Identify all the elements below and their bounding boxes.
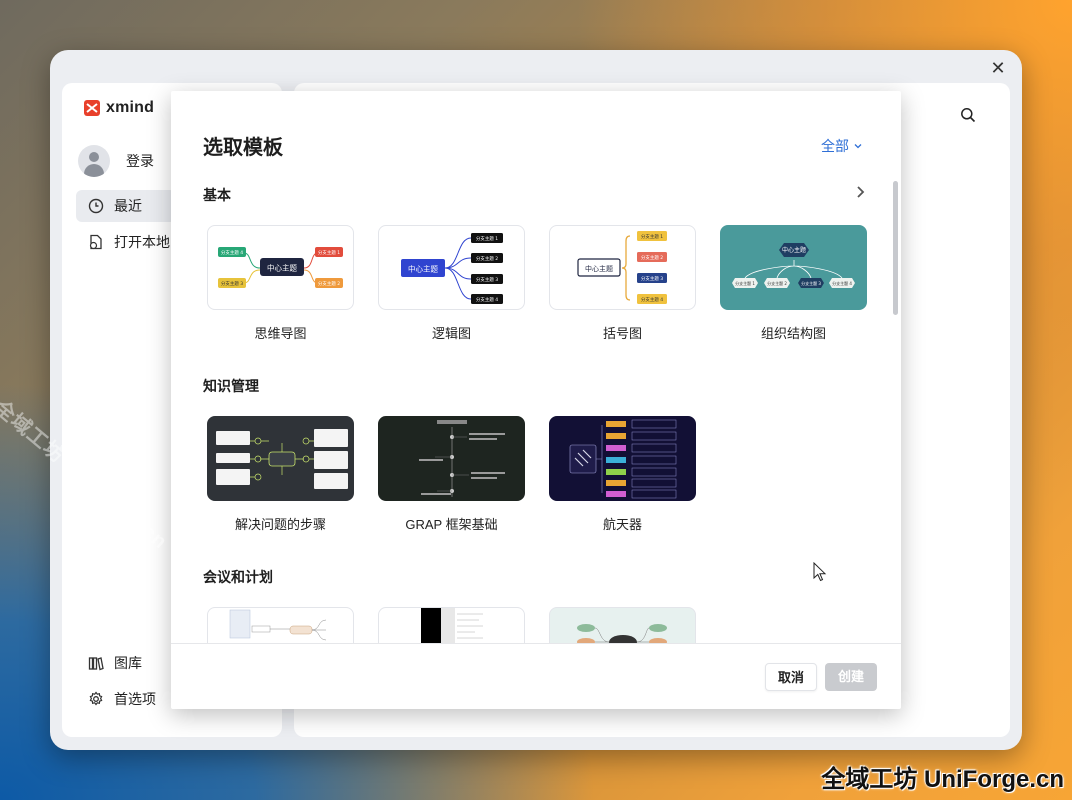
sidebar-item-label: 首选项 [114, 691, 156, 707]
svg-text:分支主题 1: 分支主题 1 [318, 249, 340, 256]
avatar [78, 145, 110, 177]
svg-text:分支主题 2: 分支主题 2 [318, 280, 340, 287]
svg-text:分支主题 4: 分支主题 4 [476, 296, 498, 303]
close-icon[interactable]: ✕ [988, 58, 1008, 78]
login-label: 登录 [126, 153, 154, 169]
xmind-logo-icon [84, 100, 100, 116]
svg-text:分支主题 2: 分支主题 2 [767, 280, 787, 286]
grap-thumbnail [419, 420, 505, 497]
template-card-brace[interactable]: 中心主题 分支主题 1 分支主题 2 分支主题 3 分支主题 4 [549, 225, 696, 310]
sidebar-item-preferences[interactable]: 首选项 [76, 683, 176, 715]
center-topic: 中心主题 [267, 263, 297, 273]
meeting-thumbnail [577, 624, 667, 643]
template-label: GRAP 框架基础 [405, 517, 498, 532]
template-card-meeting-3[interactable] [549, 607, 696, 643]
sidebar-item-label: 最近 [114, 198, 142, 214]
svg-text:分支主题 4: 分支主题 4 [221, 249, 243, 256]
chevron-down-icon [854, 144, 862, 149]
search-icon[interactable] [960, 107, 976, 123]
template-card-mindmap[interactable]: 中心主题 分支主题 4 分支主题 3 分支主题 1 分支主题 2 [207, 225, 354, 310]
cancel-button[interactable]: 取消 [765, 663, 817, 691]
template-label: 逻辑图 [431, 326, 471, 341]
sidebar-item-recent[interactable]: 最近 [76, 190, 176, 222]
svg-text:分支主题 3: 分支主题 3 [801, 280, 821, 286]
svg-text:分支主题 1: 分支主题 1 [735, 280, 755, 286]
sidebar-item-label: 图库 [114, 655, 142, 671]
sidebar-item-library[interactable]: 图库 [76, 647, 176, 679]
svg-text:中心主题: 中心主题 [782, 246, 806, 254]
meeting-thumbnail [229, 609, 327, 641]
section-title-basic: 基本 [203, 187, 231, 203]
template-card-meeting-2[interactable] [378, 607, 525, 643]
template-label: 解决问题的步骤 [234, 517, 326, 532]
svg-text:中心主题: 中心主题 [408, 264, 438, 274]
org-chart-thumbnail: 中心主题 分支主题 1 分支主题 2 分支主题 3 分支主题 4 [732, 243, 855, 288]
divider [171, 643, 901, 644]
template-card-spacecraft[interactable] [549, 416, 696, 501]
library-icon [88, 657, 104, 671]
template-label: 组织结构图 [760, 326, 826, 341]
template-card-meeting-1[interactable] [207, 607, 354, 643]
section-title-knowledge: 知识管理 [203, 378, 259, 394]
meeting-thumbnail [421, 608, 483, 643]
sidebar-item-open-local[interactable]: 打开本地 [76, 226, 186, 258]
create-button[interactable]: 创建 [825, 663, 877, 691]
svg-text:分支主题 3: 分支主题 3 [641, 275, 663, 282]
spacecraft-thumbnail [569, 419, 677, 499]
template-card-logic[interactable]: 中心主题 分支主题 1 分支主题 2 分支主题 3 分支主题 4 [378, 225, 525, 310]
filter-label: 全部 [821, 138, 849, 154]
template-card-problem-solving[interactable] [207, 416, 354, 501]
scrollbar[interactable] [893, 181, 898, 315]
template-card-org[interactable]: 中心主题 分支主题 1 分支主题 2 分支主题 3 分支主题 4 [720, 225, 867, 310]
svg-text:分支主题 4: 分支主题 4 [832, 280, 852, 286]
watermark-corner: 全域工坊 UniForge.cn [821, 766, 1064, 793]
mouse-cursor-icon [813, 562, 827, 582]
section-title-meetings: 会议和计划 [203, 569, 273, 585]
svg-text:分支主题 1: 分支主题 1 [476, 235, 498, 242]
logic-chart-thumbnail: 中心主题 分支主题 1 分支主题 2 分支主题 3 分支主题 4 [401, 233, 503, 304]
svg-text:分支主题 1: 分支主题 1 [641, 233, 663, 240]
svg-text:中心主题: 中心主题 [585, 264, 613, 273]
sidebar-item-label: 打开本地 [114, 234, 170, 250]
filter-dropdown[interactable]: 全部 [821, 136, 863, 156]
dialog-title: 选取模板 [203, 137, 283, 159]
login-button[interactable]: 登录 [78, 145, 154, 177]
chevron-right-icon[interactable] [855, 185, 867, 199]
svg-text:分支主题 3: 分支主题 3 [476, 276, 498, 283]
logo-text: xmind [106, 99, 155, 116]
mindmap-thumbnail: 中心主题 分支主题 4 分支主题 3 分支主题 1 分支主题 2 [218, 247, 343, 288]
problem-steps-thumbnail [216, 429, 348, 489]
file-icon [89, 234, 102, 250]
svg-text:分支主题 2: 分支主题 2 [476, 255, 498, 262]
clock-icon [88, 198, 104, 214]
template-label: 思维导图 [254, 326, 307, 341]
template-dialog: 选取模板 全部 基本 中心主题 分支主题 4 分支主题 3 分支主题 1 分支主… [171, 91, 901, 709]
gear-icon [89, 691, 103, 706]
template-list[interactable]: 基本 中心主题 分支主题 4 分支主题 3 分支主题 1 分支主题 2 思维导图… [171, 171, 901, 643]
template-card-grap[interactable] [378, 416, 525, 501]
brace-map-thumbnail: 中心主题 分支主题 1 分支主题 2 分支主题 3 分支主题 4 [577, 231, 667, 304]
svg-text:分支主题 2: 分支主题 2 [641, 254, 663, 261]
template-label: 航天器 [602, 517, 642, 532]
template-label: 括号图 [602, 326, 642, 341]
app-logo: xmind [84, 99, 154, 117]
svg-text:分支主题 3: 分支主题 3 [221, 280, 243, 287]
svg-text:分支主题 4: 分支主题 4 [641, 296, 663, 303]
